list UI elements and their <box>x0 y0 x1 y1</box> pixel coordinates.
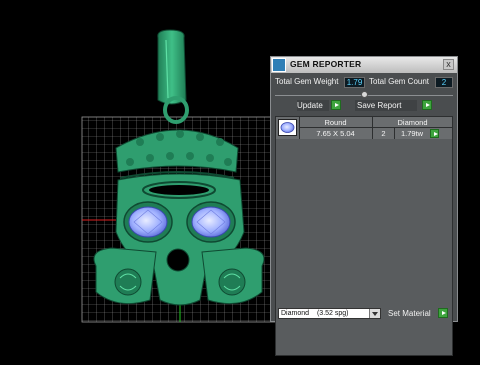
window-title: GEM REPORTER <box>290 59 362 69</box>
update-button[interactable]: Update <box>297 100 329 111</box>
gem-reporter-panel[interactable]: GEM REPORTER x Total Gem Weight 1.79 Tot… <box>270 56 458 356</box>
pendant-mask <box>93 173 265 306</box>
gem-size: 7.65 X 5.04 <box>316 129 355 138</box>
set-material-go-icon[interactable] <box>438 308 448 318</box>
material-select-spg: (3.52 spg) <box>316 310 349 317</box>
total-gem-weight-label: Total Gem Weight <box>275 77 339 86</box>
total-gem-count-label: Total Gem Count <box>369 77 430 86</box>
gem-reporter-icon <box>272 58 286 72</box>
set-material-button[interactable]: Set Material <box>388 309 431 318</box>
row-divider <box>299 127 452 128</box>
material-select[interactable]: Diamond (3.52 spg) <box>278 308 381 319</box>
total-gem-weight-value: 1.79 <box>344 77 365 88</box>
panel-slider-knob[interactable] <box>361 91 368 98</box>
pendant-bail <box>157 29 189 124</box>
gem-row-go-icon[interactable] <box>430 129 439 138</box>
material-select-value: Diamond <box>281 310 310 317</box>
update-go-icon[interactable] <box>331 100 341 110</box>
gem-weight: 1.79tw <box>400 129 424 138</box>
total-gem-count-value: 2 <box>435 77 453 88</box>
round-gem-icon <box>278 119 297 136</box>
list-item[interactable]: Round 7.65 X 5.04 Diamond 2 1.79tw <box>276 117 452 139</box>
gem-shape: Round <box>324 118 347 127</box>
gem-list[interactable]: Round 7.65 X 5.04 Diamond 2 1.79tw <box>275 116 453 356</box>
chevron-down-icon[interactable] <box>369 309 380 318</box>
close-icon[interactable]: x <box>443 59 454 70</box>
save-report-button[interactable]: Save Report <box>355 100 417 111</box>
title-bar[interactable]: GEM REPORTER x <box>271 57 457 73</box>
save-report-go-icon[interactable] <box>422 100 432 110</box>
gem-material: Diamond <box>397 118 428 127</box>
gem-count: 2 <box>381 129 386 138</box>
